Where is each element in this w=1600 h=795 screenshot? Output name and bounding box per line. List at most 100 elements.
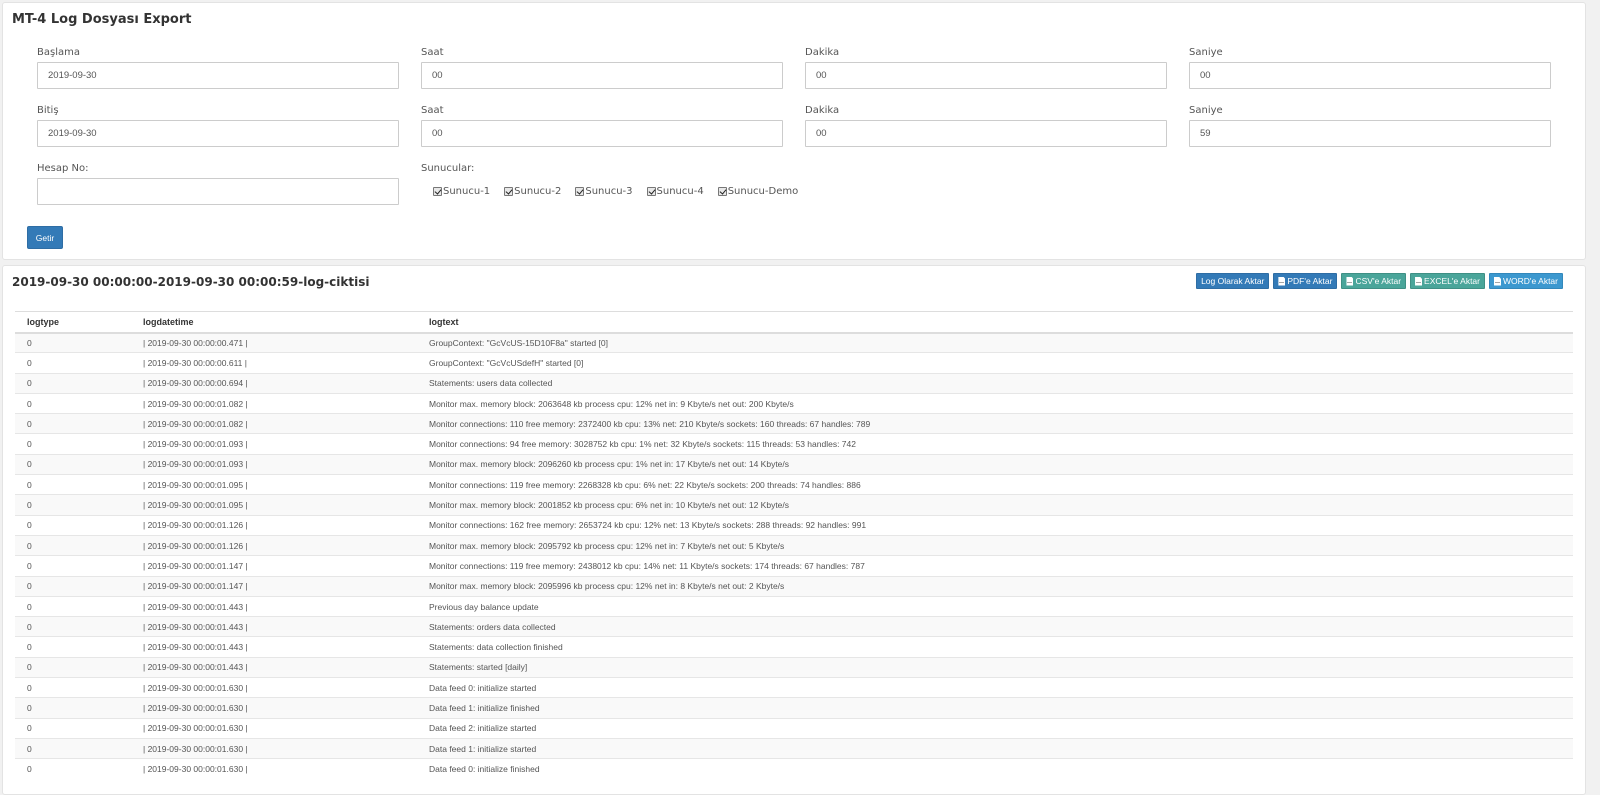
cell-logtype: 0 <box>15 413 131 434</box>
account-label: Hesap No: <box>37 163 89 174</box>
start-hour-input[interactable] <box>421 62 783 89</box>
table-row: 0 | 2019-09-30 00:00:01.630 | Data feed 0:… <box>15 758 1573 780</box>
end-date-label: Bitiş <box>37 105 59 116</box>
cell-logtype: 0 <box>15 575 131 597</box>
log-table: logtype logdatetime logtext 0 | 2019-09-3… <box>15 311 1573 780</box>
servers-label: Sunucular: <box>421 163 475 174</box>
export-log-button[interactable]: Log Olarak Aktar <box>1196 273 1270 289</box>
cell-logtext: Statements: orders data collected <box>417 616 1573 637</box>
cell-logdatetime: | 2019-09-30 00:00:01.443 | <box>131 656 417 678</box>
cell-logdatetime: | 2019-09-30 00:00:01.147 | <box>131 555 417 577</box>
table-header-row: logtype logdatetime logtext <box>15 311 1573 334</box>
cell-logdatetime: | 2019-09-30 00:00:01.126 | <box>131 514 417 536</box>
export-word-button[interactable]: WORD'e Aktar <box>1489 273 1563 289</box>
table-row: 0 | 2019-09-30 00:00:01.443 | Previous day… <box>15 595 1573 617</box>
cell-logdatetime: | 2019-09-30 00:00:01.630 | <box>131 758 417 780</box>
table-row: 0 | 2019-09-30 00:00:01.630 | Data feed 2:… <box>15 717 1573 739</box>
export-excel-button[interactable]: EXCEL'e Aktar <box>1410 273 1485 289</box>
cell-logtype: 0 <box>15 494 131 516</box>
cell-logdatetime: | 2019-09-30 00:00:01.093 | <box>131 433 417 455</box>
checkbox-checked-icon[interactable] <box>717 187 727 196</box>
export-csv-button[interactable]: CSV'e Aktar <box>1341 273 1407 289</box>
server-label: Sunucu-3 <box>585 186 633 197</box>
cell-logtype: 0 <box>15 392 131 414</box>
cell-logtype: 0 <box>15 534 131 556</box>
cell-logdatetime: | 2019-09-30 00:00:01.147 | <box>131 575 417 597</box>
account-input[interactable] <box>37 178 399 205</box>
server-checkbox-3[interactable]: Sunucu-3 <box>575 186 633 197</box>
cell-logtext: Monitor max. memory block: 2001852 kb pr… <box>417 494 1573 516</box>
cell-logdatetime: | 2019-09-30 00:00:01.630 | <box>131 697 417 719</box>
cell-logdatetime: | 2019-09-30 00:00:01.630 | <box>131 737 417 759</box>
table-row: 0 | 2019-09-30 00:00:01.126 | Monitor max.… <box>15 534 1573 556</box>
cell-logtext: Monitor max. memory block: 2096260 kb pr… <box>417 453 1573 475</box>
cell-logtext: Data feed 0: initialize finished <box>417 758 1573 780</box>
cell-logdatetime: | 2019-09-30 00:00:01.082 | <box>131 413 417 434</box>
server-checkbox-demo[interactable]: Sunucu-Demo <box>717 186 799 197</box>
column-header-logtype[interactable]: logtype <box>15 311 131 334</box>
cell-logdatetime: | 2019-09-30 00:00:00.471 | <box>131 331 417 353</box>
cell-logtext: Data feed 2: initialize started <box>417 717 1573 739</box>
table-row: 0 | 2019-09-30 00:00:01.095 | Monitor max.… <box>15 494 1573 516</box>
end-hour-input[interactable] <box>421 120 783 147</box>
end-minute-label: Dakika <box>805 105 840 116</box>
cell-logtype: 0 <box>15 758 131 780</box>
server-checkbox-4[interactable]: Sunucu-4 <box>646 186 704 197</box>
cell-logtext: Previous day balance update <box>417 595 1573 617</box>
checkbox-checked-icon[interactable] <box>504 187 514 196</box>
end-hour-label: Saat <box>421 105 444 116</box>
file-icon <box>1278 276 1286 286</box>
file-icon <box>1494 276 1501 286</box>
cell-logtext: Monitor connections: 119 free memory: 24… <box>417 555 1573 577</box>
end-second-input[interactable] <box>1189 120 1551 147</box>
table-row: 0 | 2019-09-30 00:00:01.093 | Monitor conn… <box>15 433 1573 455</box>
cell-logtext: GroupContext: "GcVcUS-15D10F8a" started … <box>417 331 1573 353</box>
cell-logtype: 0 <box>15 595 131 617</box>
table-row: 0 | 2019-09-30 00:00:00.611 | GroupContext… <box>15 352 1573 374</box>
result-title: 2019-09-30 00:00:00-2019-09-30 00:00:59-… <box>12 275 370 289</box>
table-row: 0 | 2019-09-30 00:00:01.082 | Monitor max.… <box>15 392 1573 414</box>
cell-logtext: Data feed 1: initialize started <box>417 737 1573 759</box>
cell-logdatetime: | 2019-09-30 00:00:00.694 | <box>131 372 417 394</box>
start-minute-input[interactable] <box>805 62 1167 89</box>
checkbox-checked-icon[interactable] <box>575 187 585 196</box>
start-hour-label: Saat <box>421 47 444 58</box>
cell-logtype: 0 <box>15 616 131 637</box>
start-second-input[interactable] <box>1189 62 1551 89</box>
cell-logtype: 0 <box>15 697 131 719</box>
column-header-logtext[interactable]: logtext <box>417 311 1573 334</box>
cell-logtext: Monitor connections: 119 free memory: 22… <box>417 474 1573 495</box>
server-label: Sunucu-Demo <box>727 186 799 197</box>
end-date-input[interactable] <box>37 120 399 147</box>
table-row: 0 | 2019-09-30 00:00:01.443 | Statements: … <box>15 616 1573 637</box>
file-icon <box>1346 276 1354 286</box>
export-pdf-button[interactable]: PDF'e Aktar <box>1273 273 1338 289</box>
table-row: 0 | 2019-09-30 00:00:01.126 | Monitor conn… <box>15 514 1573 536</box>
table-row: 0 | 2019-09-30 00:00:01.630 | Data feed 1:… <box>15 737 1573 759</box>
cell-logtext: Statements: started [daily] <box>417 656 1573 678</box>
start-second-label: Saniye <box>1189 47 1223 58</box>
table-row: 0 | 2019-09-30 00:00:00.694 | Statements: … <box>15 372 1573 394</box>
submit-button[interactable]: Getir <box>27 226 63 249</box>
cell-logtext: Monitor max. memory block: 2063648 kb pr… <box>417 392 1573 414</box>
end-second-label: Saniye <box>1189 105 1223 116</box>
cell-logtype: 0 <box>15 453 131 475</box>
start-date-label: Başlama <box>37 47 80 58</box>
cell-logdatetime: | 2019-09-30 00:00:01.630 | <box>131 677 417 698</box>
cell-logtype: 0 <box>15 514 131 536</box>
cell-logtype: 0 <box>15 717 131 739</box>
server-label: Sunucu-4 <box>656 186 704 197</box>
server-checkbox-1[interactable]: Sunucu-1 <box>433 186 490 197</box>
cell-logtype: 0 <box>15 352 131 374</box>
server-label: Sunucu-2 <box>514 186 562 197</box>
cell-logtext: Monitor connections: 162 free memory: 26… <box>417 514 1573 536</box>
server-label: Sunucu-1 <box>443 186 491 197</box>
column-header-logdatetime[interactable]: logdatetime <box>131 311 417 334</box>
end-minute-input[interactable] <box>805 120 1167 147</box>
cell-logdatetime: | 2019-09-30 00:00:00.611 | <box>131 352 417 374</box>
checkbox-checked-icon[interactable] <box>433 187 442 196</box>
server-checkbox-2[interactable]: Sunucu-2 <box>504 186 561 197</box>
checkbox-checked-icon[interactable] <box>646 187 656 196</box>
result-panel: 2019-09-30 00:00:00-2019-09-30 00:00:59-… <box>2 265 1586 795</box>
start-date-input[interactable] <box>37 62 399 89</box>
